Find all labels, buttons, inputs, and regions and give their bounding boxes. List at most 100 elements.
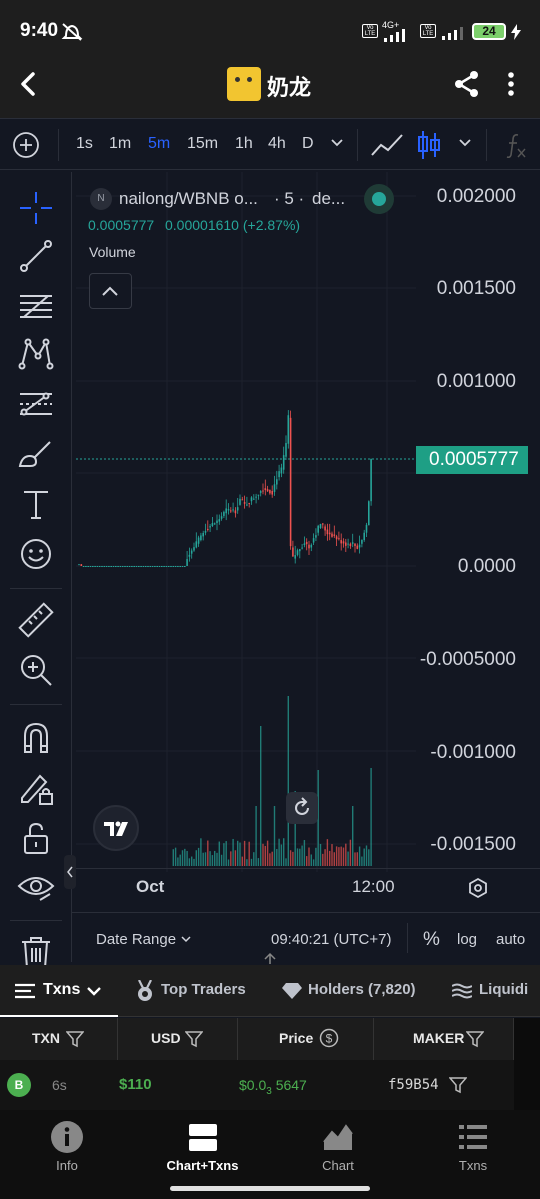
area-chart-icon [323,1124,353,1150]
chart-settings-icon[interactable] [467,877,489,899]
chevron-down-icon[interactable] [180,934,192,944]
time-axis[interactable]: Oct 12:00 [76,868,540,908]
forecast-tool-icon[interactable] [16,384,56,424]
volume-bar [230,851,232,866]
volume-bar [285,858,287,866]
more-menu-icon[interactable] [505,71,517,99]
price-tick: -0.0005000 [419,649,516,670]
volume-bar [306,856,308,866]
emoji-tool-icon[interactable] [16,534,56,574]
eye-visibility-icon[interactable] [16,868,56,908]
timeframe-1h[interactable]: 1h [235,135,253,153]
volume-bar [181,850,184,866]
fib-lines-tool-icon[interactable] [16,286,56,326]
candle-body [317,525,319,533]
volume-bar [204,852,207,866]
line-chart-icon[interactable] [370,131,404,159]
timeframe-5m-active[interactable]: 5m [148,135,170,153]
nav-chart[interactable]: Chart [288,1120,388,1173]
column-price[interactable]: Price $ [238,1018,374,1060]
candle-body [144,566,147,567]
log-scale-button[interactable]: log [457,931,477,948]
volume-bar [335,846,338,866]
volume-bar [177,857,179,866]
timeframe-d[interactable]: D [302,135,314,153]
ruler-tool-icon[interactable] [16,600,56,640]
column-txn[interactable]: TXN [0,1018,118,1060]
candle-body [227,509,230,511]
dollar-circle-icon[interactable]: $ [319,1028,339,1048]
add-indicator-icon[interactable] [12,131,40,159]
pattern-tool-icon[interactable] [16,334,56,374]
status-time: 9:40 [20,20,59,41]
trend-line-tool-icon[interactable] [16,236,56,276]
candle-body [216,520,218,524]
crosshair-tool-icon[interactable] [16,188,56,228]
candlestick-icon[interactable] [416,129,442,161]
reset-chart-button[interactable] [286,792,318,824]
filter-icon[interactable] [185,1030,203,1048]
maker-address[interactable]: f59B54 [388,1077,439,1093]
filter-icon[interactable] [66,1030,84,1048]
nav-label: Info [56,1158,78,1173]
volume-bar [232,838,234,866]
candle-body [326,529,329,535]
nav-info[interactable]: Info [17,1120,117,1173]
tab-liquidity[interactable]: Liquidi [452,965,540,1017]
table-row[interactable]: B 6s $110 $0.03 5647 f59B54 [0,1060,540,1110]
volume-bar [361,856,363,866]
timeframe-15m[interactable]: 15m [187,135,218,153]
filter-icon[interactable] [466,1030,484,1048]
tab-txns[interactable]: Txns [0,965,118,1017]
timeframe-1m[interactable]: 1m [109,135,131,153]
candle-body [200,535,202,541]
column-usd[interactable]: USD [118,1018,238,1060]
volume-bar [214,850,216,866]
pair-name[interactable]: nailong/WBNB o... [119,189,258,209]
unlock-icon[interactable] [16,818,56,858]
volume-bar [234,850,237,866]
timeframe-1s[interactable]: 1s [76,135,93,153]
back-arrow-icon[interactable] [16,71,42,97]
timeframe-4h[interactable]: 4h [268,135,286,153]
toolbar-collapse-handle[interactable] [64,855,76,889]
source-label: de... [312,189,346,208]
lock-drawing-icon[interactable] [16,768,56,808]
tradingview-logo[interactable] [93,805,139,851]
tab-holders[interactable]: Holders (7,820) [282,965,432,1017]
price-tick: -0.001500 [430,834,516,855]
candle-body [140,566,142,567]
candle-body [230,510,232,512]
volume-bar [289,850,292,866]
chart-type-chevron-down-icon[interactable] [458,138,472,148]
volume-bar [262,843,264,866]
column-maker[interactable]: MAKER [374,1018,514,1060]
interval-label: · 5 · [274,189,305,208]
volume-bar [216,852,218,866]
volume-bar [191,856,193,866]
tab-top-traders[interactable]: Top Traders [135,965,265,1017]
auto-scale-button[interactable]: auto [496,931,525,948]
candle-body [328,532,331,535]
volume-bar [303,840,306,866]
filter-maker-icon[interactable] [449,1076,467,1094]
price-chart[interactable]: N nailong/WBNB o... · 5 · de... 0.000577… [72,172,540,962]
magnet-icon[interactable] [16,718,56,758]
text-tool-icon[interactable] [16,484,56,524]
date-range-button[interactable]: Date Range [96,931,176,948]
volume-bar [370,768,372,866]
nav-txns[interactable]: Txns [423,1120,523,1173]
nav-chart-txns[interactable]: Chart+Txns [145,1120,260,1173]
chart-canvas[interactable] [76,172,540,872]
zoom-in-icon[interactable] [16,650,56,690]
timeframe-chevron-down-icon[interactable] [330,138,344,148]
collapse-legend-button[interactable] [89,273,132,309]
candle-body [347,543,349,545]
brush-tool-icon[interactable] [16,434,56,474]
volume-bar [356,852,358,866]
share-icon[interactable] [453,70,481,98]
volume-bar [172,849,174,866]
function-fx-icon[interactable] [504,131,528,159]
candle-body [115,566,117,567]
percent-scale-button[interactable]: % [423,929,440,951]
